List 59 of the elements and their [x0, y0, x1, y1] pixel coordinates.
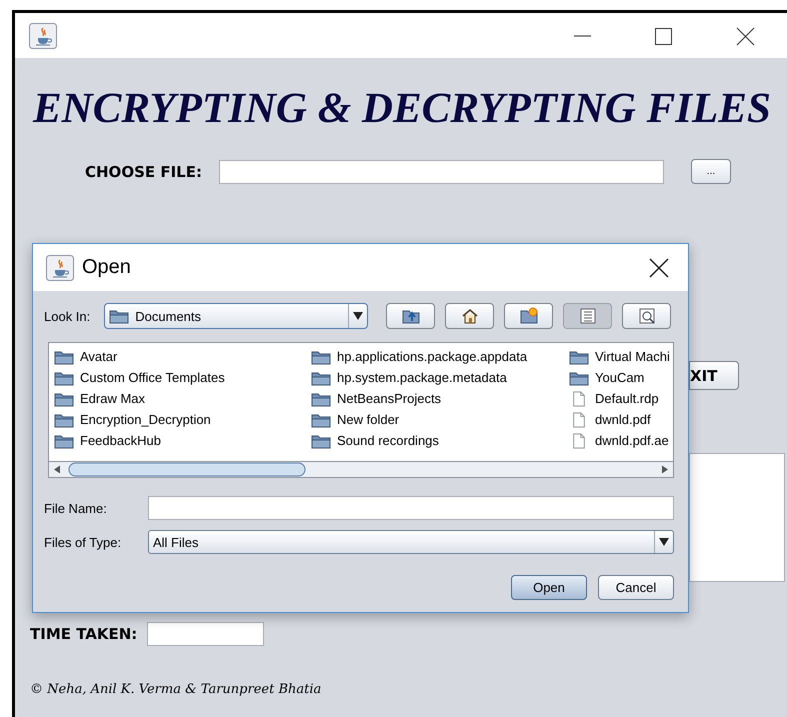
list-view-icon — [578, 306, 598, 326]
file-list-item[interactable]: NetBeansProjects — [306, 388, 564, 409]
folder-icon — [54, 412, 74, 428]
file-list-item[interactable]: Avatar — [49, 346, 306, 367]
file-list-item[interactable]: hp.applications.package.appdata — [306, 346, 564, 367]
toolbar-button[interactable] — [445, 303, 494, 329]
file-list-item[interactable]: Default.rdp — [564, 388, 673, 409]
folder-icon — [54, 390, 74, 406]
file-list-item[interactable]: dwnld.pdf — [564, 409, 673, 430]
file-type-dropdown[interactable]: All Files — [148, 530, 674, 554]
file-list-item[interactable]: YouCam — [564, 367, 673, 388]
file-path-field[interactable] — [218, 160, 664, 184]
file-list-item[interactable]: Virtual Machi — [564, 346, 673, 367]
folder-icon — [109, 308, 130, 324]
folder-icon — [54, 348, 74, 364]
copyright-text: © Neha, Anil K. Verma & Tarunpreet Bhatia — [30, 682, 322, 697]
choose-file-label: CHOOSE FILE: — [85, 162, 202, 180]
dialog-icon — [46, 254, 74, 280]
details-view-icon — [636, 306, 657, 326]
toolbar-button[interactable] — [622, 303, 672, 329]
exit-button[interactable]: XIT — [689, 361, 739, 390]
file-name-label: File Name: — [44, 500, 108, 516]
app-icon — [29, 22, 57, 48]
folder-icon — [311, 412, 331, 428]
time-taken-field[interactable] — [147, 622, 264, 646]
file-type-label: Files of Type: — [44, 534, 122, 550]
close-icon[interactable] — [648, 256, 670, 278]
toolbar-button[interactable] — [386, 303, 436, 329]
folder-icon — [569, 348, 589, 364]
look-in-label: Look In: — [44, 308, 90, 324]
toolbar-button[interactable] — [563, 303, 612, 329]
open-button[interactable]: Open — [511, 575, 587, 600]
dialog-title: Open — [82, 256, 131, 279]
file-list-item[interactable]: Edraw Max — [49, 388, 306, 409]
folder-icon — [311, 370, 331, 386]
file-list-item[interactable]: FeedbackHub — [49, 430, 306, 451]
caret-icon — [353, 312, 364, 320]
cancel-button[interactable]: Cancel — [598, 575, 674, 600]
time-taken-label: TIME TAKEN: — [30, 625, 138, 643]
app-heading: ENCRYPTING & DECRYPTING FILES — [33, 84, 772, 133]
file-list-item[interactable]: Sound recordings — [306, 430, 564, 451]
folder-icon — [569, 370, 589, 386]
file-list-item[interactable]: Custom Office Templates — [49, 367, 306, 388]
file-list-item[interactable]: Encryption_Decryption — [49, 409, 306, 430]
folder-icon — [311, 348, 331, 364]
folder-icon — [54, 370, 74, 386]
caret-icon — [659, 538, 669, 546]
home-icon — [460, 306, 480, 326]
folder-icon — [311, 390, 331, 406]
folder-icon — [54, 432, 74, 448]
file-name-field[interactable] — [148, 496, 674, 520]
look-in-dropdown[interactable]: Documents — [104, 303, 368, 329]
file-list-item[interactable]: hp.system.package.metadata — [306, 367, 564, 388]
browse-button[interactable]: ... — [690, 159, 731, 184]
folder-icon — [311, 432, 331, 448]
toolbar-button[interactable] — [504, 303, 554, 329]
file-list-item[interactable]: New folder — [306, 409, 564, 430]
new-folder-icon — [518, 306, 539, 326]
file-list-item[interactable]: dwnld.pdf.ae — [564, 430, 673, 451]
